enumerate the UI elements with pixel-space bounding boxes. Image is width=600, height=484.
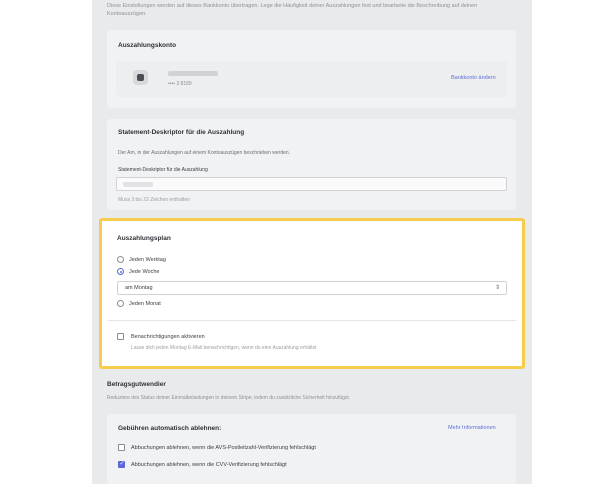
more-information-link[interactable]: Mehr Informationen bbox=[448, 425, 496, 431]
statement-descriptor-hint: Muss 3 bis 22 Zeichen enthalten bbox=[118, 197, 190, 203]
statement-descriptor-title: Statement-Deskriptor für die Auszahlung bbox=[118, 129, 245, 136]
avs-decline-label: Abbuchungen ablehnen, wenn die AVS-Postl… bbox=[131, 445, 316, 451]
auto-decline-title: Gebühren automatisch ablehnen: bbox=[118, 425, 222, 432]
radio-jeden-monat[interactable] bbox=[117, 300, 124, 307]
avs-decline-checkbox[interactable] bbox=[118, 444, 125, 451]
notify-checkbox[interactable] bbox=[117, 333, 124, 340]
intro-text: Diese Einstellungen werden auf dieses Ba… bbox=[107, 3, 478, 17]
descriptor-value-redacted bbox=[123, 182, 153, 187]
notify-description: Lasse dich jeden Montag E-Mail benachric… bbox=[131, 345, 317, 351]
payout-day-value: am Montag bbox=[125, 285, 153, 291]
payout-schedule-title: Auszahlungsplan bbox=[117, 235, 171, 242]
option-jeden-monat: Jeden Monat bbox=[129, 301, 161, 307]
cvv-decline-checkbox[interactable] bbox=[118, 460, 125, 468]
payout-schedule-card: Auszahlungsplan Jeden Werktag Jede Woche… bbox=[99, 218, 525, 369]
payout-account-title: Auszahlungskonto bbox=[118, 42, 177, 49]
masked-account-number: •••• 3 8189 bbox=[168, 81, 192, 87]
payout-account-card: Auszahlungskonto •••• 3 8189 Bankkonto ä… bbox=[107, 30, 516, 108]
statement-descriptor-card: Statement-Deskriptor für die Auszahlung … bbox=[107, 119, 516, 210]
radio-jeden-werktag[interactable] bbox=[117, 256, 124, 263]
cvv-decline-label: Abbuchungen ablehnen, wenn die CVV-Verif… bbox=[131, 462, 287, 468]
option-jede-woche: Jede Woche bbox=[129, 269, 160, 275]
bank-name-redacted bbox=[168, 71, 218, 76]
select-arrows-icon: ⇕ bbox=[494, 285, 500, 291]
change-bank-account-link[interactable]: Bankkonto ändern bbox=[451, 75, 496, 81]
notify-label: Benachrichtigungen aktivieren bbox=[131, 334, 205, 340]
payout-day-select[interactable]: am Montag ⇕ bbox=[117, 281, 507, 295]
bank-icon bbox=[133, 70, 148, 85]
option-jeden-werktag: Jeden Werktag bbox=[129, 257, 166, 263]
debit-section-description: Reduziere des Status deiner Einmalbelast… bbox=[107, 395, 351, 401]
bank-account-row: •••• 3 8189 Bankkonto ändern bbox=[116, 61, 507, 97]
statement-descriptor-description: Der Am, in der Auszahlungen auf einem Ko… bbox=[118, 150, 291, 156]
debit-section-title: Betragsgutwendier bbox=[107, 381, 166, 388]
auto-decline-card: Gebühren automatisch ablehnen: Mehr Info… bbox=[107, 414, 516, 484]
radio-jede-woche[interactable] bbox=[117, 268, 124, 275]
statement-descriptor-field-label: Statement-Deskriptor für die Auszahlung bbox=[118, 167, 208, 173]
statement-descriptor-input[interactable] bbox=[116, 177, 507, 191]
schedule-divider bbox=[108, 320, 516, 321]
